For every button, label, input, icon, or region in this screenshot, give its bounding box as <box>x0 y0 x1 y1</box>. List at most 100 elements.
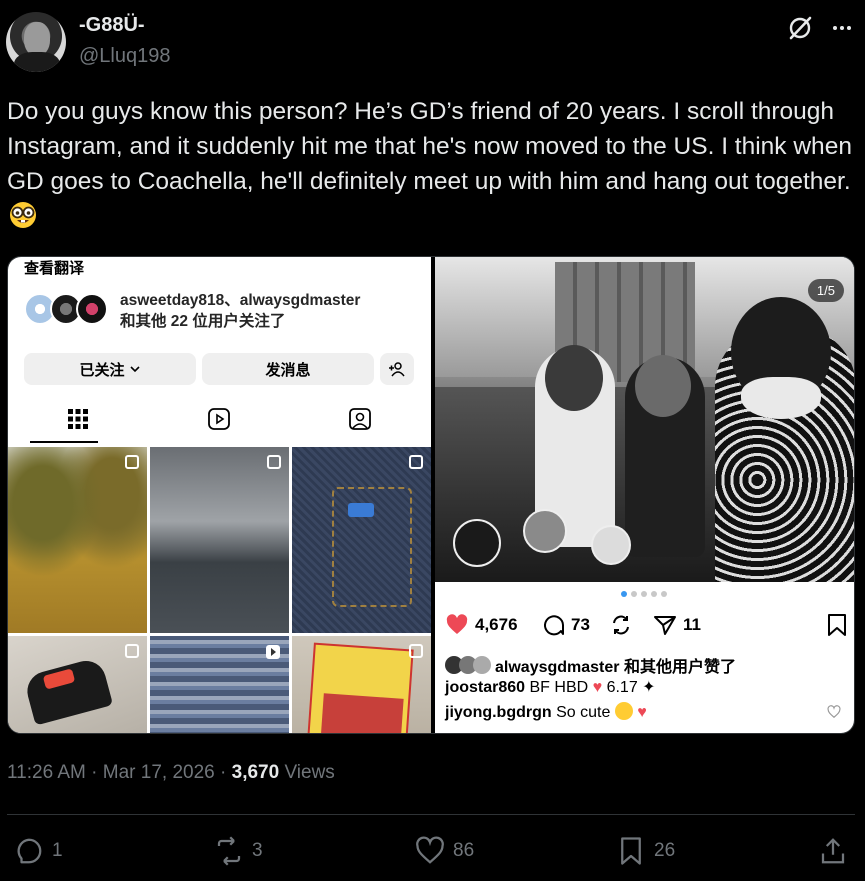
heart-emoji-icon: ♥ <box>637 704 647 721</box>
page-indicator: 1/5 <box>807 279 844 302</box>
multi-photo-icon <box>409 644 423 658</box>
carousel-dots <box>621 591 667 597</box>
heart-icon <box>416 836 444 864</box>
liked-by-avatar <box>473 656 491 674</box>
carousel-dot <box>631 591 637 597</box>
tag-avatar[interactable] <box>591 525 631 565</box>
followed-by-line2: 和其他 22 位用户关注了 <box>120 313 286 330</box>
carousel-dot <box>621 591 627 597</box>
repost-icon <box>217 836 241 866</box>
nerd-face-emoji-icon <box>10 202 36 228</box>
post-photo[interactable]: 1/5 <box>435 257 854 582</box>
comment-text: BF HBD <box>529 679 589 696</box>
more-options-icon[interactable] <box>828 14 856 42</box>
carousel-dot <box>651 591 657 597</box>
followed-by-text: asweetday818、alwaysgdmaster 和其他 22 位用户关注… <box>120 290 360 332</box>
heart-emoji-icon: ♥ <box>592 679 603 696</box>
multi-photo-icon <box>267 455 281 469</box>
author-avatar[interactable] <box>6 12 66 72</box>
like-button[interactable]: 86 <box>415 836 474 866</box>
add-person-button[interactable] <box>380 353 414 385</box>
party-popper-emoji-icon: ✦ <box>642 679 656 696</box>
post-shares-count: 11 <box>683 615 701 634</box>
message-label: 发消息 <box>265 361 311 379</box>
comment-user[interactable]: jiyong.bgdrgn <box>445 704 552 721</box>
meta-separator: · <box>91 762 98 783</box>
post-likes-count: 4,676 <box>475 615 518 634</box>
tagged-tab-icon[interactable] <box>348 407 372 431</box>
repost-count: 3 <box>252 840 263 861</box>
carousel-dot <box>661 591 667 597</box>
reels-tab-icon[interactable] <box>207 407 231 431</box>
multi-photo-icon <box>125 644 139 658</box>
bookmark-button[interactable]: 26 <box>616 836 675 866</box>
author-handle[interactable]: @Lluq198 <box>79 45 170 68</box>
tag-avatar[interactable] <box>523 509 567 553</box>
reply-button[interactable]: 1 <box>14 836 63 866</box>
divider <box>7 814 855 815</box>
views-count: 3,670 <box>231 762 280 783</box>
comment-like-icon[interactable] <box>827 705 841 719</box>
following-label: 已关注 <box>79 361 125 379</box>
tweet-text: Do you guys know this person? He’s GD’s … <box>7 94 857 234</box>
grid-photo-warhol-box[interactable] <box>292 636 431 733</box>
comment-row: jiyong.bgdrgn So cute ♥ <box>445 702 647 722</box>
post-comments-count: 73 <box>571 615 590 634</box>
comment-extra: 6.17 <box>606 679 638 696</box>
reply-icon <box>17 838 42 864</box>
tweet-timestamp[interactable]: 11:26 AM · Mar 17, 2026 · 3,670 Views <box>7 762 335 784</box>
share-icon <box>821 838 845 864</box>
author-display-name[interactable]: -G88Ü- <box>79 14 145 37</box>
post-comment-action[interactable]: 73 <box>541 613 590 637</box>
following-button[interactable]: 已关注 <box>24 353 196 385</box>
tweet-time: 11:26 AM <box>7 762 86 783</box>
avatar-face <box>24 22 50 56</box>
followed-by-line1: asweetday818、alwaysgdmaster <box>120 292 361 309</box>
grid-tab-icon[interactable] <box>66 407 90 431</box>
post-repost-action[interactable] <box>609 613 633 637</box>
grid-photo-city-water[interactable] <box>150 447 289 633</box>
repost-icon <box>613 615 629 635</box>
meta-separator: · <box>220 762 227 783</box>
carousel-dot <box>641 591 647 597</box>
message-button[interactable]: 发消息 <box>202 353 374 385</box>
grok-icon[interactable] <box>786 14 814 42</box>
bookmark-icon <box>621 837 641 865</box>
post-like-action[interactable]: 4,676 <box>445 613 518 637</box>
save-bookmark-icon[interactable] <box>827 613 847 637</box>
post-share-action[interactable]: 11 <box>653 613 701 637</box>
liked-by-text: alwaysgdmaster 和其他用户赞了 <box>495 659 736 676</box>
tweet-date: Mar 17, 2026 <box>102 762 215 783</box>
repost-button[interactable]: 3 <box>214 836 263 866</box>
grid-photo-stadium[interactable] <box>150 636 289 733</box>
views-label: Views <box>284 762 335 783</box>
bookmark-count: 26 <box>654 840 676 861</box>
add-person-icon <box>389 362 405 377</box>
chevron-down-icon <box>129 366 140 373</box>
tweet-body: Do you guys know this person? He’s GD’s … <box>7 98 852 195</box>
grid-photo-sneakers[interactable] <box>8 636 147 733</box>
comment-text: So cute <box>556 704 611 721</box>
like-count: 86 <box>453 840 475 861</box>
instagram-profile-screenshot[interactable]: 查看翻译 asweetday818、alwaysgdmaster 和其他 22 … <box>8 257 431 733</box>
share-button[interactable] <box>818 836 848 866</box>
translate-label: 查看翻译 <box>24 260 85 277</box>
multi-photo-icon <box>409 455 423 469</box>
reply-count: 1 <box>52 840 63 861</box>
tweet-media[interactable]: 查看翻译 asweetday818、alwaysgdmaster 和其他 22 … <box>7 256 855 734</box>
comment-user[interactable]: joostar860 <box>445 679 525 696</box>
send-icon <box>654 616 676 635</box>
comment-row: joostar860 BF HBD ♥ 6.17 ✦ <box>445 677 656 697</box>
grid-photo-denim-pocket[interactable] <box>292 447 431 633</box>
follower-avatars <box>24 293 114 329</box>
follower-avatar <box>76 293 108 325</box>
tag-avatar[interactable] <box>453 519 501 567</box>
active-tab-indicator <box>30 441 98 443</box>
instagram-post-screenshot[interactable]: 1/5 4,676 73 11 alwaysgdmaster 和其他用户赞了 j… <box>435 257 854 733</box>
grid-photo-autumn-park[interactable] <box>8 447 147 633</box>
heart-filled-icon <box>446 614 468 634</box>
avatar-body <box>14 52 60 72</box>
comment-icon <box>544 615 564 636</box>
post-actions: 4,676 73 11 <box>445 613 847 639</box>
heart-eyes-emoji-icon <box>614 702 633 720</box>
